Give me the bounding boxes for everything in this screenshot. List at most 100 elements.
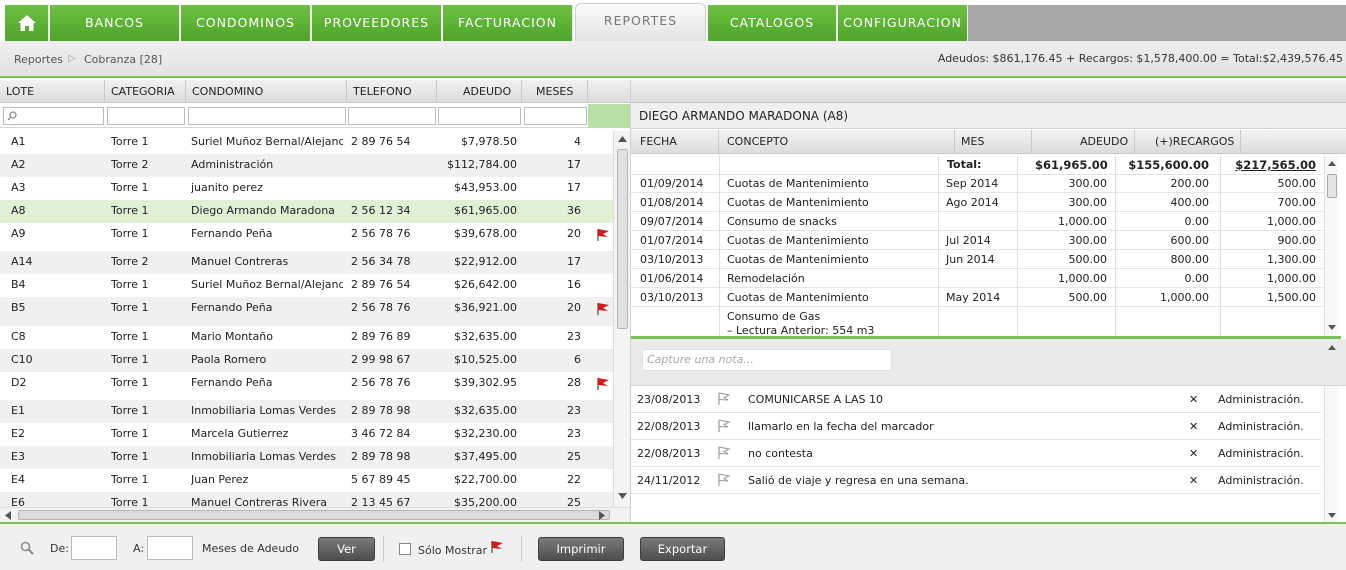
grid-header: LOTE CATEGORIA CONDOMINO TELEFONO ADEUDO…: [0, 80, 630, 103]
table-row[interactable]: E1 Torre 1 Inmobiliaria Lomas Verdes 2 89 7…: [0, 400, 613, 423]
table-row[interactable]: A3 Torre 1 juanito perez $43,953.00 17: [0, 177, 613, 200]
detail-cell-mes: Jul 2014: [946, 234, 991, 247]
delete-note-icon[interactable]: ✕: [1189, 474, 1198, 487]
filter-lote-input[interactable]: [3, 107, 104, 125]
cell-adeudo: $61,965.00: [454, 204, 517, 217]
cell-condomino: Paola Romero: [191, 353, 267, 366]
filter-meses-input[interactable]: [524, 107, 587, 125]
note-item[interactable]: 24/11/2012 Salió de viaje y regresa en un…: [631, 467, 1321, 494]
flag-icon[interactable]: [596, 377, 610, 391]
home-tab[interactable]: [5, 5, 49, 41]
col-condomino[interactable]: CONDOMINO: [186, 80, 347, 103]
filter-adeudo-input[interactable]: [438, 107, 521, 125]
scroll-left-icon[interactable]: [5, 511, 11, 520]
table-row[interactable]: A8 Torre 1 Diego Armando Maradona 2 56 12 3…: [0, 200, 613, 223]
de-input[interactable]: [71, 536, 117, 560]
grid-horizontal-scrollbar[interactable]: [0, 507, 630, 522]
col-meses[interactable]: MESES: [522, 80, 588, 103]
flag-icon[interactable]: [596, 228, 610, 242]
tab-facturacion[interactable]: FACTURACION: [443, 5, 573, 41]
table-row[interactable]: A2 Torre 2 Administración $112,784.00 17: [0, 154, 613, 177]
tab-reportes[interactable]: REPORTES: [575, 3, 706, 41]
cell-meses: 36: [567, 204, 581, 217]
cell-adeudo: $22,912.00: [454, 255, 517, 268]
flag-outline-icon[interactable]: [717, 446, 731, 460]
col-lote[interactable]: LOTE: [0, 80, 105, 103]
filter-categoria-input[interactable]: [107, 107, 185, 125]
scroll-down-icon[interactable]: [1328, 325, 1336, 330]
table-row[interactable]: C8 Torre 1 Mario Montaño 2 89 76 89 $32,635.…: [0, 326, 613, 349]
grid-horizontal-scroll-thumb[interactable]: [18, 510, 610, 520]
detail-scroll-thumb[interactable]: [1327, 174, 1337, 198]
cell-telefono: 2 89 76 89: [351, 330, 411, 343]
cell-categoria: Torre 2: [111, 158, 149, 171]
exportar-button[interactable]: Exportar: [640, 537, 725, 561]
table-row[interactable]: B5 Torre 1 Fernando Peña 2 56 78 76 $36,921.…: [0, 297, 613, 326]
note-item[interactable]: 22/08/2013 llamarlo en la fecha del marca…: [631, 413, 1321, 440]
a-input[interactable]: [147, 536, 193, 560]
col-adeudo-detalle[interactable]: ADEUDO: [1032, 130, 1135, 154]
scroll-up-icon[interactable]: [618, 136, 627, 142]
col-fecha[interactable]: FECHA: [631, 130, 719, 154]
detail-cell-concepto: Cuotas de Mantenimiento: [727, 177, 869, 190]
note-item[interactable]: 22/08/2013 no contesta ✕ Administración.: [631, 440, 1321, 467]
filter-telefono-input[interactable]: [348, 107, 436, 125]
note-date: 22/08/2013: [637, 420, 701, 433]
table-row[interactable]: B4 Torre 1 Suriel Muñoz Bernal/Alejandr...…: [0, 274, 613, 297]
scroll-right-icon[interactable]: [599, 511, 605, 520]
detail-cell-fecha: 03/10/2013: [640, 291, 704, 304]
scroll-down-icon[interactable]: [1328, 513, 1336, 518]
col-adeudo[interactable]: ADEUDO: [437, 80, 522, 103]
cell-meses: 4: [574, 135, 581, 148]
ver-button[interactable]: Ver: [318, 537, 375, 561]
col-concepto[interactable]: CONCEPTO: [719, 130, 955, 154]
flag-icon[interactable]: [596, 302, 610, 316]
breadcrumb-root[interactable]: Reportes: [14, 53, 63, 66]
table-row[interactable]: E4 Torre 1 Juan Perez 5 67 89 45 $22,700.00 2…: [0, 469, 613, 492]
flag-outline-icon[interactable]: [717, 392, 731, 406]
scroll-down-icon[interactable]: [618, 493, 627, 499]
note-item[interactable]: 23/08/2013 COMUNICARSE A LAS 10 ✕ Administr…: [631, 386, 1321, 413]
scroll-up-icon[interactable]: [1328, 161, 1336, 166]
tab-proveedores[interactable]: PROVEEDORES: [312, 5, 442, 41]
detail-cell-concepto: Remodelación: [727, 272, 805, 285]
cell-telefono: 2 56 12 34: [351, 204, 411, 217]
scroll-up-icon[interactable]: [1328, 345, 1336, 350]
table-row[interactable]: A1 Torre 1 Suriel Muñoz Bernal/Alejandr...…: [0, 131, 613, 154]
cell-adeudo: $10,525.00: [454, 353, 517, 366]
flag-outline-icon[interactable]: [717, 419, 731, 433]
tab-configuracion[interactable]: CONFIGURACION: [838, 5, 968, 41]
cell-meses: 23: [567, 404, 581, 417]
col-recargos[interactable]: (+)RECARGOS: [1135, 130, 1241, 154]
cell-adeudo: $37,495.00: [454, 450, 517, 463]
grid-vertical-scrollbar[interactable]: [613, 131, 630, 507]
grid-vertical-scroll-thumb[interactable]: [617, 149, 628, 329]
imprimir-button[interactable]: Imprimir: [538, 537, 624, 561]
delete-note-icon[interactable]: ✕: [1189, 393, 1198, 406]
flag-outline-icon[interactable]: [717, 473, 731, 487]
detail-cell-total: 1,300.00: [1267, 253, 1316, 266]
delete-note-icon[interactable]: ✕: [1189, 420, 1198, 433]
col-mes[interactable]: MES: [955, 130, 1032, 154]
col-telefono[interactable]: TELEFONO: [347, 80, 437, 103]
table-row[interactable]: E3 Torre 1 Inmobiliaria Lomas Verdes 2 89 7…: [0, 446, 613, 469]
notes-vertical-scrollbar[interactable]: [1324, 386, 1338, 522]
table-row[interactable]: E2 Torre 1 Marcela Gutierrez 3 46 72 84 $32,…: [0, 423, 613, 446]
solo-mostrar-checkbox[interactable]: [399, 543, 411, 555]
detail-vertical-scrollbar[interactable]: [1324, 155, 1338, 336]
tab-bancos[interactable]: BANCOS: [50, 5, 180, 41]
tab-condominos[interactable]: CONDOMINOS: [181, 5, 311, 41]
filter-condomino-input[interactable]: [188, 107, 346, 125]
cell-adeudo: $26,642.00: [454, 278, 517, 291]
table-row[interactable]: A14 Torre 2 Manuel Contreras 2 56 34 78 $22,…: [0, 251, 613, 274]
note-input[interactable]: Capture una nota...: [642, 349, 892, 371]
table-row[interactable]: C10 Torre 1 Paola Romero 2 99 98 67 $10,525.…: [0, 349, 613, 372]
table-row[interactable]: D2 Torre 1 Fernando Peña 2 56 78 76 $39,302.…: [0, 372, 613, 400]
col-categoria[interactable]: CATEGORIA: [105, 80, 186, 103]
table-row[interactable]: A9 Torre 1 Fernando Peña 2 56 78 76 $39,678.…: [0, 223, 613, 251]
delete-note-icon[interactable]: ✕: [1189, 447, 1198, 460]
cell-telefono: 2 56 78 76: [351, 301, 411, 314]
detail-cell-total: 1,500.00: [1267, 291, 1316, 304]
cell-condomino: Manuel Contreras: [191, 255, 289, 268]
tab-catalogos[interactable]: CATALOGOS: [708, 5, 837, 41]
